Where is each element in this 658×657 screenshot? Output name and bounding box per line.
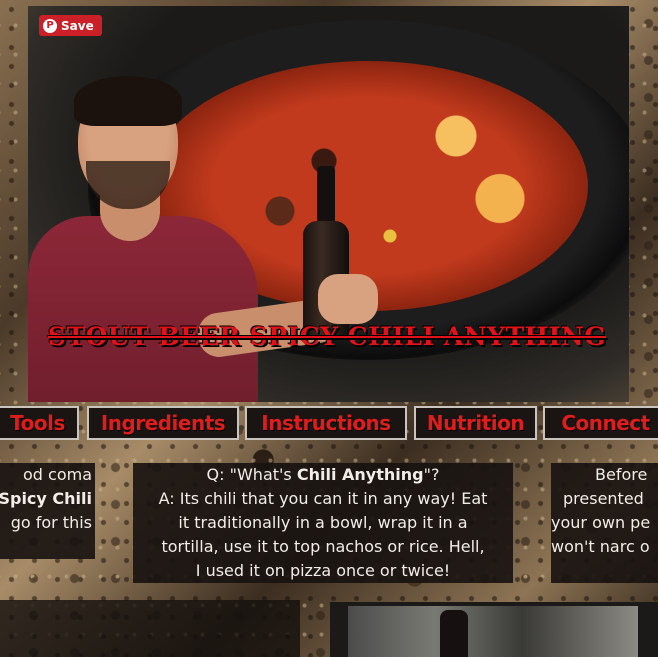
nav-ingredients-label: Ingredients [100,411,226,435]
nav-connect[interactable]: Connect [543,406,658,440]
card-right-line: your own pe [551,513,651,532]
bottom-panel [0,600,300,657]
info-card-left: od coma Spicy Chili go for this [0,463,95,559]
faq-answer-line: A: Its chili that you can it in any way!… [158,489,488,508]
card-left-line: Spicy Chili [0,489,92,508]
card-left-line: go for this [10,513,92,532]
pinterest-save-button[interactable]: P Save [39,15,102,36]
info-card-right: Before presented your own pe won't narc … [551,463,658,583]
nav-tools[interactable]: Tools [0,406,79,440]
bottom-photo [330,602,658,657]
nav-tools-label: Tools [10,411,65,435]
card-right-line: presented [563,489,644,508]
hand [318,274,378,324]
faq-question: Q: "What's Chili Anything"? [206,465,440,484]
faq-answer-line: tortilla, use it to top nachos or rice. … [161,537,485,556]
nav-instructions-label: Instructions [261,411,391,435]
card-left-line: od coma [22,465,92,484]
card-right-line: won't narc o [551,537,650,556]
nav-nutrition[interactable]: Nutrition [414,406,537,440]
nav-instructions[interactable]: Instructions [245,406,407,440]
nav-connect-label: Connect [561,411,650,435]
nav-nutrition-label: Nutrition [426,411,525,435]
save-label: Save [61,18,94,33]
faq-answer-line: I used it on pizza once or twice! [195,561,451,580]
faq-answer-line: it traditionally in a bowl, wrap it in a [178,513,468,532]
nav-ingredients[interactable]: Ingredients [87,406,239,440]
info-card-chili-anything: Q: "What's Chili Anything"? A: Its chili… [133,463,513,583]
card-right-line: Before [595,465,648,484]
pinterest-icon: P [43,18,57,33]
hero-title: STOUT BEER SPICY CHILI ANYTHING [47,322,607,351]
